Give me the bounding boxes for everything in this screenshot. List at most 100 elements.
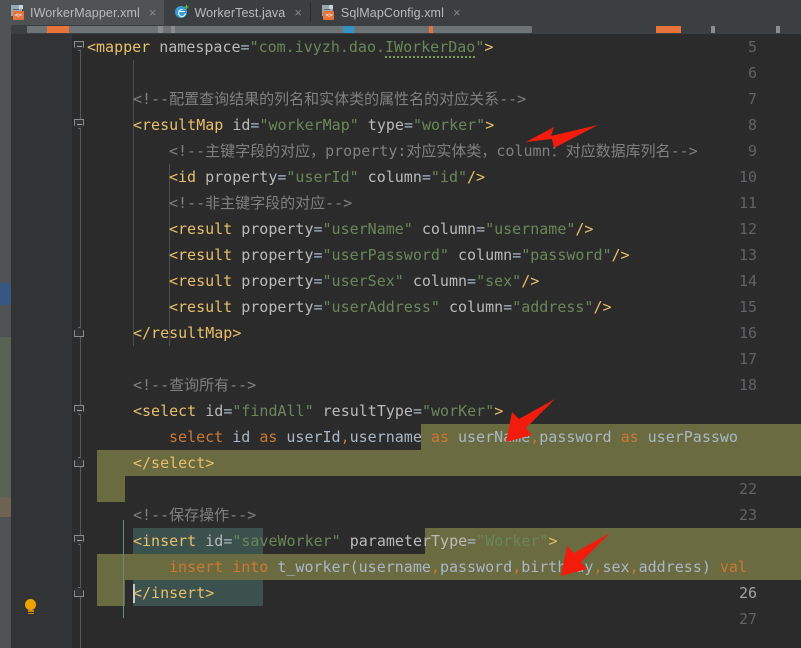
token-tag: > <box>485 116 495 134</box>
overview-marker <box>656 26 681 33</box>
code-line-13[interactable]: <result property="userPassword" column="… <box>87 242 801 268</box>
arrow-pointing-to-resultmap-type <box>526 125 598 148</box>
xml-badge-icon: <> <box>323 11 335 20</box>
token-kw: as <box>430 428 458 446</box>
stripe-marker-usage <box>0 337 11 497</box>
token-val: "password" <box>521 246 612 264</box>
token-punc: = <box>223 532 233 550</box>
token-punc: = <box>503 298 513 316</box>
fold-marker-line-8[interactable] <box>73 118 86 131</box>
token-attr: column <box>358 168 422 186</box>
code-line-14[interactable]: <result property="userSex" column="sex"/… <box>87 268 801 294</box>
code-line-8[interactable]: <resultMap id="workerMap" type="worker"> <box>87 112 801 138</box>
overview-marker <box>343 26 354 33</box>
token-val: "workerMap" <box>259 116 359 134</box>
token-kw: val <box>719 558 747 576</box>
token-attr: parameterType <box>340 532 468 550</box>
token-kw: , <box>340 428 350 446</box>
code-line-10[interactable]: <id property="userId" column="id"/> <box>87 164 801 190</box>
occurrence-highlight-insert-close <box>97 580 125 606</box>
overview-marker <box>711 26 715 33</box>
close-icon[interactable]: × <box>294 6 302 19</box>
code-line-12[interactable]: <result property="userName" column="user… <box>87 216 801 242</box>
token-kw: insert into <box>169 558 278 576</box>
token-punc: = <box>467 272 477 290</box>
horizontal-scrollbar[interactable] <box>11 25 801 34</box>
editor-tab-bar: <> IWorkerMapper.xml × WorkerTest.java ×… <box>0 0 801 25</box>
token-tag: /> <box>611 246 630 264</box>
token-tag: > <box>484 38 494 56</box>
token-punc: = <box>512 246 522 264</box>
token-val: "Worker" <box>476 532 549 550</box>
tab-workertest-java[interactable]: WorkerTest.java × <box>164 0 309 25</box>
tab-label: SqlMapConfig.xml <box>340 5 444 20</box>
token-attr: column <box>448 246 513 264</box>
editor-window: <> IWorkerMapper.xml × WorkerTest.java ×… <box>0 0 801 648</box>
code-line-23[interactable]: <!--保存操作--> <box>87 502 801 528</box>
intention-bulb-icon[interactable] <box>23 599 38 615</box>
token-cmt: <!--查询所有--> <box>133 376 257 394</box>
token-attr: type <box>358 116 404 134</box>
tab-sqlmapconfig-xml[interactable]: <> SqlMapConfig.xml × <box>311 0 469 25</box>
code-line-7[interactable]: <!--配置查询结果的列名和实体类的属性名的对应关系--> <box>87 86 801 112</box>
code-line-6[interactable] <box>87 60 801 86</box>
token-punc: = <box>403 116 413 134</box>
code-line-18[interactable]: <!--查询所有--> <box>87 372 801 398</box>
scrollbar-thumb[interactable] <box>27 26 532 33</box>
code-line-17[interactable] <box>87 346 801 372</box>
fold-marker-line-19[interactable] <box>73 404 86 417</box>
token-plain: address) <box>638 558 720 576</box>
fold-marker-line-16[interactable] <box>73 326 86 339</box>
stripe-marker <box>0 25 11 283</box>
token-attr: id <box>232 116 251 134</box>
code-editor[interactable]: 5678910111213141516171819202122232425262… <box>11 25 801 648</box>
token-attr: property <box>241 246 314 264</box>
fold-marker-line-21[interactable] <box>73 456 86 469</box>
structural-guide <box>123 520 124 618</box>
code-line-22[interactable] <box>87 476 801 502</box>
token-kw: select <box>169 428 233 446</box>
token-val: "com.ivyzh.dao. <box>249 38 386 56</box>
fold-region-line <box>79 47 81 648</box>
token-tag: /> <box>467 168 486 186</box>
xml-file-icon: <> <box>10 5 24 20</box>
token-tag: <result <box>169 272 242 290</box>
arrow-pointing-to-select-resulttype <box>506 399 555 442</box>
token-tag: <select <box>133 402 206 420</box>
code-line-9[interactable]: <!--主键字段的对应，property:对应实体类，column：对应数据库列… <box>87 138 801 164</box>
overview-marker <box>171 26 175 33</box>
code-fold-column[interactable] <box>73 34 87 648</box>
close-icon[interactable]: × <box>453 6 461 19</box>
overview-marker <box>47 26 69 33</box>
token-punc: = <box>313 220 323 238</box>
close-icon[interactable]: × <box>149 6 157 19</box>
token-val: "worKer" <box>422 402 495 420</box>
token-tag: </resultMap> <box>133 324 242 342</box>
token-punc: = <box>313 272 323 290</box>
token-cmt: <!--配置查询结果的列名和实体类的属性名的对应关系--> <box>133 90 527 108</box>
token-tag: <resultMap <box>133 116 233 134</box>
fold-marker-line-26[interactable] <box>73 586 86 599</box>
tab-iworkermapper-xml[interactable]: <> IWorkerMapper.xml × <box>0 0 165 25</box>
code-line-25[interactable]: insert into t_worker(username,password,b… <box>87 554 801 580</box>
token-tag: /> <box>521 272 540 290</box>
token-val: "id" <box>430 168 468 186</box>
token-val: "userId" <box>286 168 359 186</box>
marker-stripe-bar[interactable] <box>0 25 11 648</box>
code-line-11[interactable]: <!--非主键字段的对应--> <box>87 190 801 216</box>
token-punc: = <box>476 220 486 238</box>
fold-marker-line-24[interactable] <box>73 534 86 547</box>
code-text-area[interactable]: <mapper namespace="com.ivyzh.dao.IWorker… <box>87 34 801 648</box>
code-line-15[interactable]: <result property="userAddress" column="a… <box>87 294 801 320</box>
code-line-16[interactable]: </resultMap> <box>87 320 801 346</box>
token-attr: resultType <box>313 402 413 420</box>
overview-marker <box>158 26 163 33</box>
code-line-26[interactable]: </insert> <box>87 580 801 606</box>
token-plain: userId <box>286 428 341 446</box>
fold-marker-line-5[interactable] <box>73 40 86 53</box>
code-line-5[interactable]: <mapper namespace="com.ivyzh.dao.IWorker… <box>87 34 801 60</box>
token-plain: password <box>439 558 513 576</box>
code-line-27[interactable] <box>87 606 801 632</box>
arrow-pointing-to-insert-parametertype <box>561 533 610 576</box>
code-line-20[interactable]: select id as userId,username as userName… <box>87 424 801 450</box>
